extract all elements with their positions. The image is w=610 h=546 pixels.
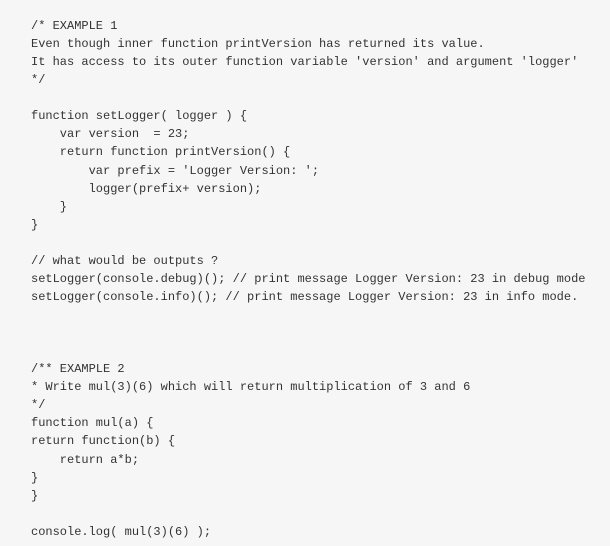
code-line: */ bbox=[31, 73, 46, 88]
code-line: * Write mul(3)(6) which will return mult… bbox=[31, 380, 471, 395]
code-line: } bbox=[31, 470, 39, 485]
code-line: return a*b; bbox=[31, 452, 140, 467]
code-line: logger(prefix+ version); bbox=[31, 181, 262, 196]
code-line: } bbox=[31, 199, 68, 214]
code-line: /** EXAMPLE 2 bbox=[31, 362, 125, 377]
code-line: function setLogger( logger ) { bbox=[31, 109, 248, 124]
code-line: Even though inner function printVersion … bbox=[31, 37, 485, 52]
code-line: // what would be outputs ? bbox=[31, 253, 219, 268]
code-line: } bbox=[31, 217, 39, 232]
code-line: */ bbox=[31, 398, 46, 413]
code-line: setLogger(console.debug)(); // print mes… bbox=[31, 271, 586, 286]
code-block: /* EXAMPLE 1 Even though inner function p… bbox=[0, 0, 610, 541]
code-line: var prefix = 'Logger Version: '; bbox=[31, 163, 320, 178]
code-line: return function printVersion() { bbox=[31, 145, 291, 160]
code-line: It has access to its outer function vari… bbox=[31, 55, 579, 70]
code-line: /* EXAMPLE 1 bbox=[31, 19, 118, 33]
code-line: return function(b) { bbox=[31, 434, 176, 449]
code-line: } bbox=[31, 488, 39, 503]
code-line: function mul(a) { bbox=[31, 416, 154, 431]
code-line: console.log( mul(3)(6) ); bbox=[31, 524, 212, 539]
code-line: var version = 23; bbox=[31, 127, 190, 142]
code-line: setLogger(console.info)(); // print mess… bbox=[31, 289, 579, 304]
